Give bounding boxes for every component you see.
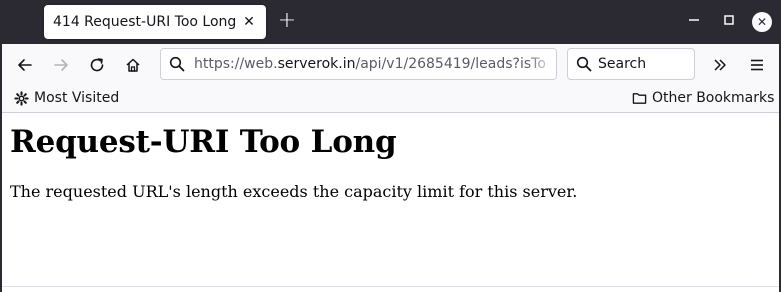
tab-strip: 414 Request-URI Too Long ✕ + ✕: [0, 0, 781, 44]
back-button[interactable]: [12, 52, 38, 78]
url-fade: [526, 49, 556, 79]
home-button[interactable]: [120, 52, 146, 78]
arrow-right-icon: [54, 59, 68, 71]
close-icon[interactable]: ✕: [240, 13, 258, 31]
url-bar[interactable]: https://web.serverok.in/api/v1/2685419/l…: [160, 48, 557, 80]
bookmark-label: Other Bookmarks: [652, 90, 775, 106]
error-message: The requested URL's length exceeds the c…: [10, 182, 578, 201]
url-text: https://web.serverok.in/api/v1/2685419/l…: [194, 56, 546, 72]
url-path: /api/v1/2685419/leads?isTo: [355, 56, 546, 72]
page-content: Request-URI Too Long The requested URL's…: [0, 114, 781, 286]
search-icon: [169, 56, 185, 72]
maximize-icon[interactable]: [719, 12, 739, 32]
overflow-button[interactable]: [707, 52, 733, 78]
folder-icon: [632, 91, 647, 105]
search-icon: [576, 56, 592, 72]
page-bottom-edge: [0, 286, 781, 292]
search-box[interactable]: Search: [567, 48, 695, 80]
home-icon: [126, 58, 140, 72]
minimize-icon[interactable]: [684, 12, 704, 32]
url-prefix: https://web.: [194, 56, 278, 72]
search-placeholder: Search: [598, 56, 647, 72]
bookmark-label: Most Visited: [34, 90, 120, 106]
chevron-double-right-icon: [714, 59, 726, 71]
tab-title: 414 Request-URI Too Long: [53, 14, 237, 30]
url-host: serverok.in: [277, 56, 356, 72]
navigation-toolbar: https://web.serverok.in/api/v1/2685419/l…: [0, 44, 781, 86]
reload-button[interactable]: [84, 52, 110, 78]
bookmark-most-visited[interactable]: Most Visited: [14, 90, 119, 106]
window-close-icon[interactable]: ✕: [752, 12, 772, 32]
bookmarks-toolbar: Most Visited Other Bookmarks: [0, 86, 781, 113]
hamburger-menu-icon: [751, 59, 763, 71]
reload-icon: [90, 58, 104, 72]
arrow-left-icon: [18, 59, 32, 71]
plus-icon[interactable]: +: [276, 10, 298, 32]
forward-button[interactable]: [48, 52, 74, 78]
window-left-edge: [0, 44, 2, 292]
page-title: Request-URI Too Long: [10, 124, 397, 160]
menu-button[interactable]: [744, 52, 770, 78]
gear-icon: [14, 90, 29, 106]
tab-active[interactable]: 414 Request-URI Too Long ✕: [44, 5, 266, 39]
bookmark-other-bookmarks[interactable]: Other Bookmarks: [632, 90, 774, 106]
